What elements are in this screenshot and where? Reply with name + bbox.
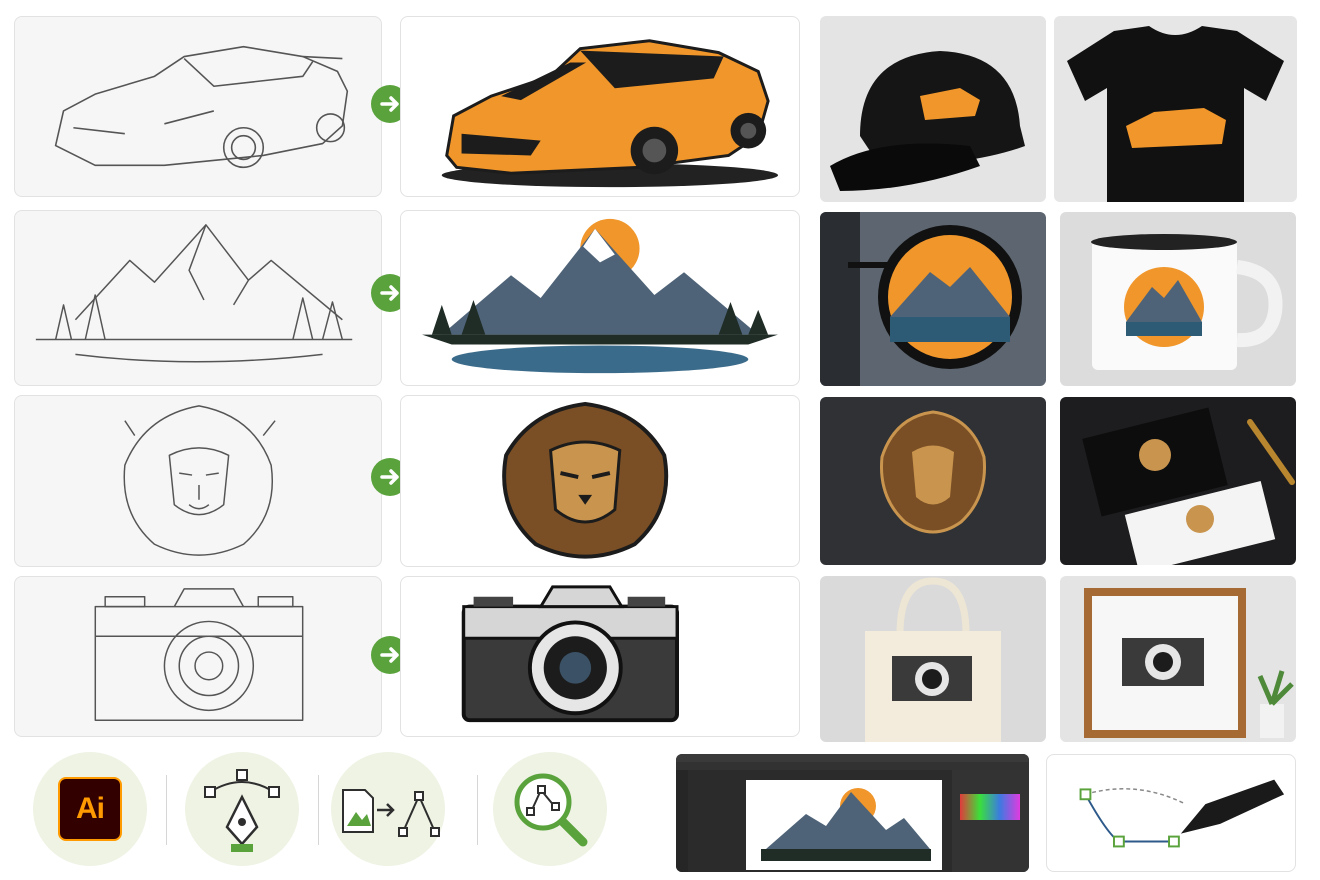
lion-vector-art: [502, 401, 669, 559]
divider: [477, 775, 478, 845]
mug-mockup: [1060, 212, 1296, 386]
mountain-vector-art: [422, 218, 778, 374]
pen-tool-icon: [185, 752, 299, 866]
camera-vector-art: [461, 585, 680, 723]
lion-wall-sign: [879, 410, 987, 534]
framed-print-mockup: [1060, 576, 1296, 742]
framed-print-with-camera: [1084, 588, 1294, 738]
ai-logo: Ai: [58, 777, 122, 841]
car-sketch-drawing: [54, 45, 349, 169]
adobe-illustrator-icon: Ai: [33, 752, 147, 866]
t-shirt-with-car: [1067, 26, 1284, 202]
hanging-sign-mockup: [820, 212, 1046, 386]
mountain-sketch-drawing: [35, 224, 353, 363]
lion-sketch: [14, 395, 382, 567]
lion-sketch-drawing: [123, 405, 276, 556]
pen-curve-illustration: [1046, 754, 1296, 872]
mountain-sketch: [14, 210, 382, 386]
enamel-mug-with-mountain: [1091, 234, 1283, 370]
illustrator-app-screenshot: [676, 754, 1029, 872]
wall-sign-mockup: [820, 397, 1046, 565]
car-sketch: [14, 16, 382, 197]
lion-vector: [400, 395, 800, 567]
camera-sketch: [14, 576, 382, 737]
vector-inspect-icon: [493, 752, 607, 866]
tote-bag-with-camera: [865, 577, 1001, 742]
tote-bag-mockup: [820, 576, 1046, 742]
car-vector-art: [441, 39, 779, 188]
divider: [166, 775, 167, 845]
cap-mockup: [820, 16, 1046, 202]
car-vector: [400, 16, 800, 197]
divider: [318, 775, 319, 845]
business-cards-mockup: [1060, 397, 1296, 565]
lion-business-cards: [1082, 407, 1295, 565]
camera-vector: [400, 576, 800, 737]
tshirt-mockup: [1054, 16, 1297, 202]
image-to-vector-icon: [331, 752, 445, 866]
bezier-curve-with-pen: [1079, 779, 1285, 848]
camera-sketch-drawing: [94, 588, 304, 721]
baseball-cap-with-car: [830, 51, 1025, 191]
mountain-vector: [400, 210, 800, 386]
hanging-sign-with-mountain: [820, 212, 1022, 386]
illustrator-workspace: [676, 754, 1029, 872]
